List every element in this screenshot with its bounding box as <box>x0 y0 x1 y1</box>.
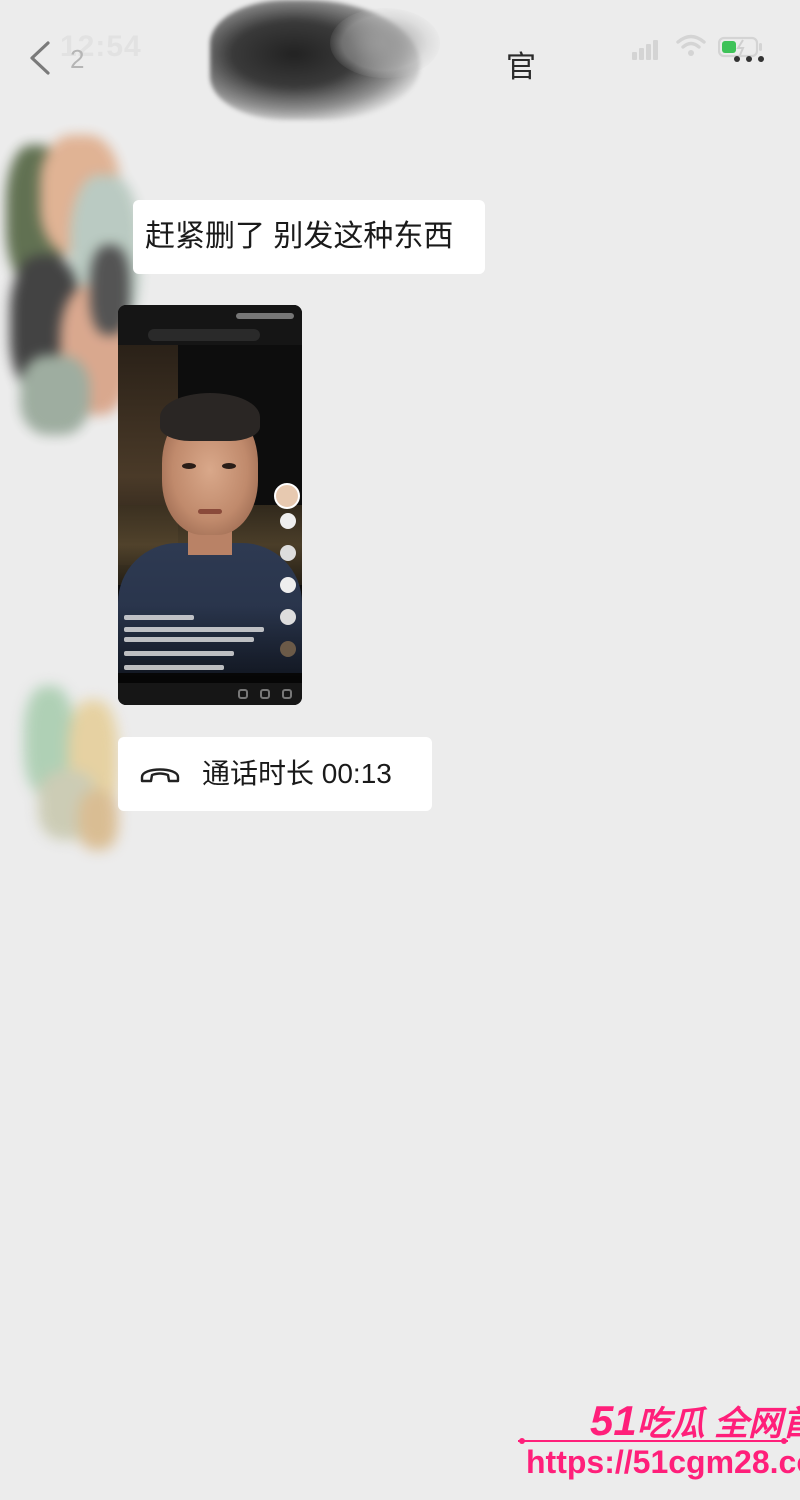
unread-count[interactable]: 2 <box>70 44 84 75</box>
header-bar: 12:54 2 官 <box>0 0 800 120</box>
call-record-bubble[interactable]: 通话时长 00:13 <box>118 737 432 811</box>
wifi-icon <box>676 34 706 56</box>
watermark-brand-number: 51 <box>590 1397 637 1444</box>
signal-icon <box>632 40 658 60</box>
watermark: 51吃瓜 全网首发 https://51cgm28.com <box>516 1392 800 1492</box>
chat-title: 官 <box>506 51 536 84</box>
phone-hangup-icon <box>140 768 180 783</box>
message-bubble-text[interactable]: 赶紧删了 别发这种东西 <box>133 200 485 274</box>
avatar[interactable] <box>18 680 128 855</box>
more-icon[interactable] <box>732 54 766 64</box>
call-duration-label: 通话时长 00:13 <box>202 758 392 789</box>
video-message-thumbnail[interactable] <box>118 305 302 705</box>
redacted-title-blur-secondary <box>330 8 440 78</box>
message-text: 赶紧删了 别发这种东西 <box>145 220 454 253</box>
chevron-left-icon[interactable] <box>26 40 54 76</box>
watermark-url: https://51cgm28.com <box>526 1444 800 1480</box>
chat-screen: 12:54 2 官 赶紧删了 别发这种东西 通话时长 00:13 51吃瓜 全网… <box>0 0 800 1500</box>
